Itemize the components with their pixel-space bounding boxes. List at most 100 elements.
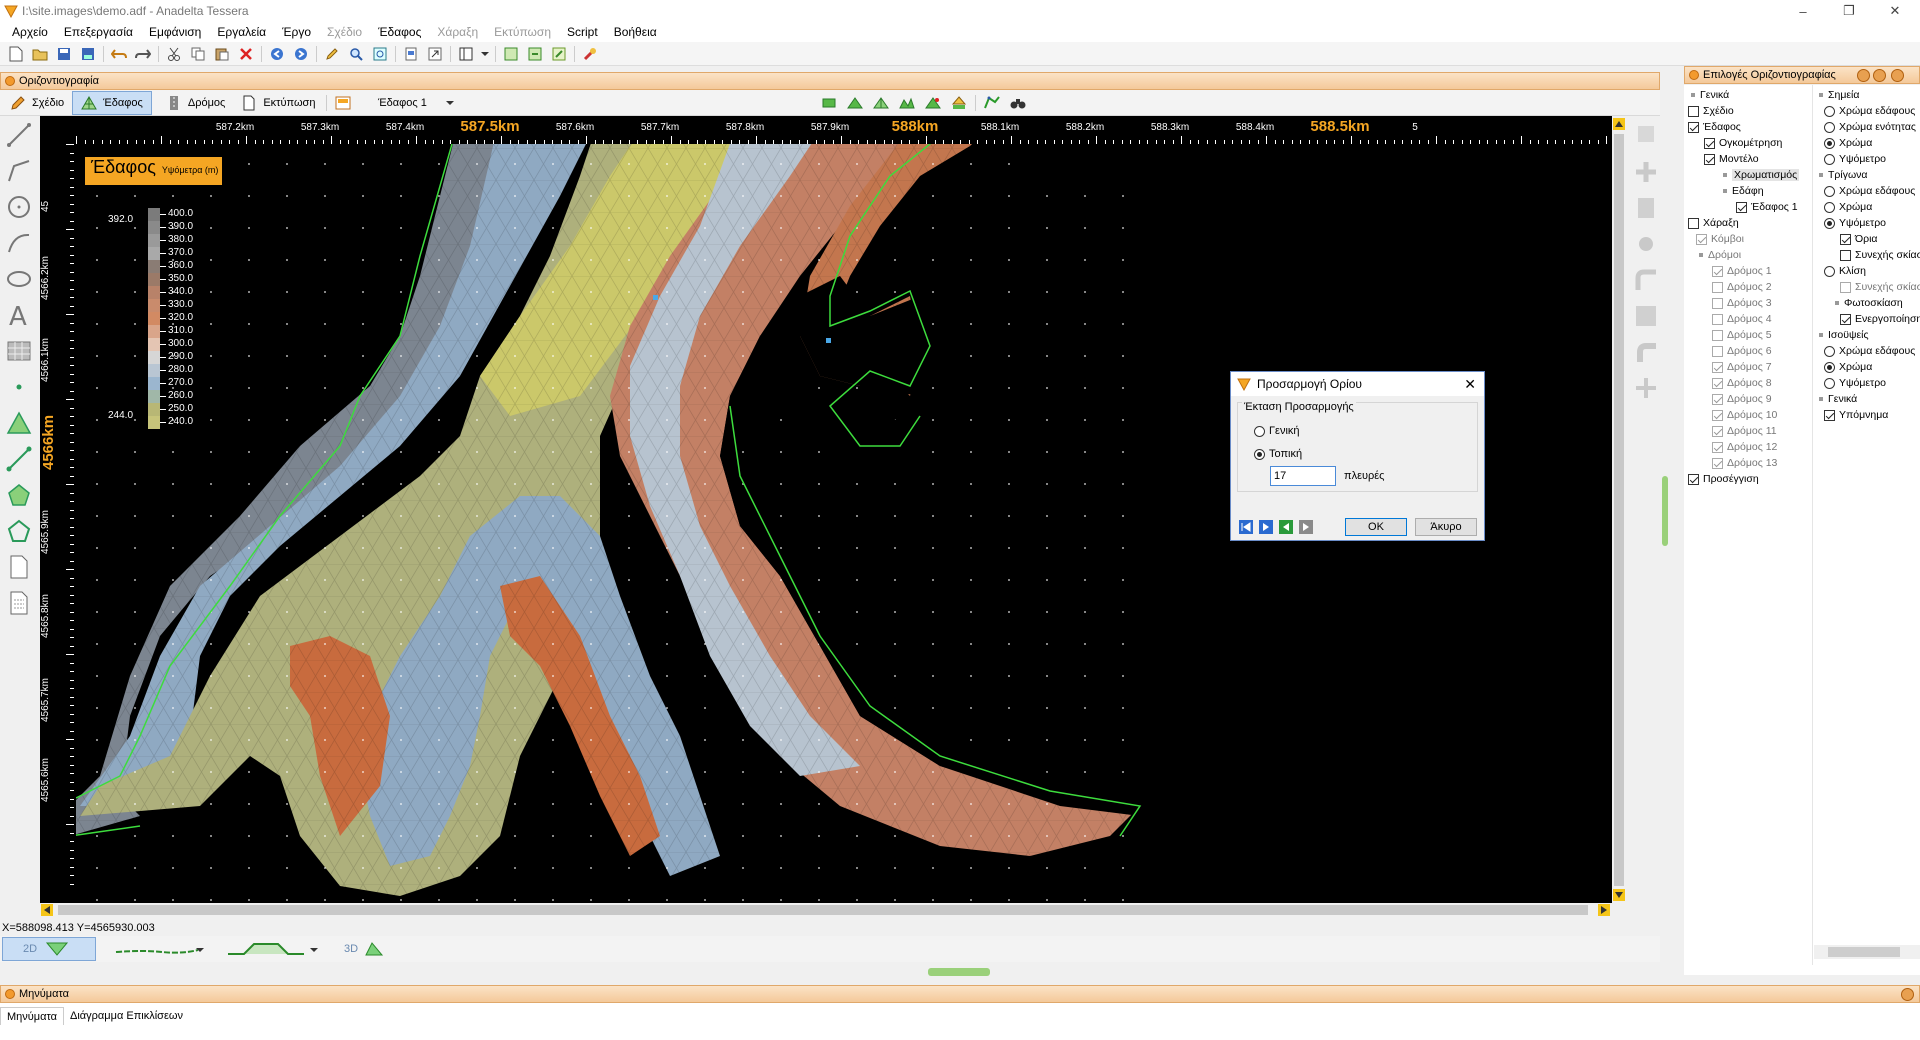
layer-item[interactable]: Έδαφος [1688,119,1741,135]
layer-item[interactable]: Χρωματισμός [1720,167,1800,183]
prop-item[interactable]: Υψόμετρο [1824,151,1886,167]
radio[interactable] [1824,105,1835,117]
layer-item[interactable]: Ογκομέτρηση [1704,135,1782,151]
layer-item[interactable]: Δρόμος 2 [1712,279,1772,295]
radio[interactable] [1824,217,1835,229]
checkbox[interactable] [1712,345,1723,357]
checkbox[interactable] [1840,249,1851,261]
layer-item[interactable]: Δρόμος 3 [1712,295,1772,311]
prop-item[interactable]: Γενικά [1816,391,1857,407]
save-as-icon[interactable] [78,44,98,64]
open-folder-icon[interactable] [30,44,50,64]
checkbox[interactable] [1736,201,1747,213]
profile-dropdown-icon[interactable] [196,944,204,956]
layer-item[interactable]: Χάραξη [1688,215,1739,231]
menu-4[interactable]: Έργο [274,25,319,39]
terrain-new-icon[interactable] [820,94,838,112]
mode-terrain[interactable]: Έδαφος [72,90,152,115]
ok-button[interactable]: OK [1345,518,1407,536]
prop-item[interactable]: Σημεία [1816,87,1859,103]
layout-dropdown-icon[interactable] [480,44,490,64]
radio[interactable] [1824,345,1835,357]
section-dropdown-icon[interactable] [310,944,318,956]
prev-green-icon[interactable] [1279,520,1295,536]
tool-block-icon[interactable] [1634,304,1658,328]
checkbox[interactable] [1712,265,1723,277]
page-icon[interactable] [401,44,421,64]
checkbox[interactable] [1712,457,1723,469]
pencil-icon[interactable] [322,44,342,64]
radio[interactable] [1824,377,1835,389]
checkbox[interactable] [1712,409,1723,421]
polyline-tool-icon[interactable] [4,156,34,186]
checkbox[interactable] [1688,217,1699,229]
document-tool-icon[interactable] [4,552,34,582]
layer-item[interactable]: Εδάφη [1720,183,1764,199]
close-panel-icon[interactable] [1891,69,1904,82]
checkbox[interactable] [1712,281,1723,293]
text-tool-icon[interactable]: A [4,300,34,330]
line-tool-icon[interactable] [4,120,34,150]
prop-item[interactable]: Συνεχής σκίαση [1840,247,1920,263]
checkbox[interactable] [1840,233,1851,245]
prop-item[interactable]: Ισοϋψείς [1816,327,1869,343]
layer-item[interactable]: Δρόμος 5 [1712,327,1772,343]
sheet-tool-icon[interactable] [4,588,34,618]
terrain-select[interactable]: Έδαφος 1 [372,93,458,113]
menu-3[interactable]: Εργαλεία [209,25,274,39]
back-icon[interactable] [267,44,287,64]
prop-item[interactable]: Χρώμα εδάφους [1824,183,1915,199]
layer-item[interactable]: Δρόμος 9 [1712,391,1772,407]
radio[interactable] [1824,137,1835,149]
scroll-left-icon[interactable] [41,904,53,916]
redo-icon[interactable] [133,44,153,64]
layer-item[interactable]: Δρόμοι [1696,247,1741,263]
prop-item[interactable]: Χρώμα [1824,199,1872,215]
bottom-splitter-handle[interactable] [928,968,990,976]
copy-icon[interactable] [188,44,208,64]
layer-item[interactable]: Δρόμος 13 [1712,455,1777,471]
prop-item[interactable]: Κλίση [1824,263,1866,279]
menu-1[interactable]: Επεξεργασία [56,25,141,39]
mode-print[interactable]: Εκτύπωση [233,91,323,115]
prop-item[interactable]: Χρώμα [1824,135,1872,151]
undo-icon[interactable] [109,44,129,64]
prop-item[interactable]: Υψόμετρο [1824,215,1886,231]
circle-tool-icon[interactable] [4,192,34,222]
terrain-import-icon[interactable] [549,44,569,64]
menu-2[interactable]: Εμφάνιση [141,25,209,39]
minimize-button[interactable]: – [1780,0,1826,22]
maximize-button[interactable]: ❐ [1826,0,1872,22]
new-file-icon[interactable] [6,44,26,64]
terrain-triangulate-icon[interactable] [872,94,890,112]
terrain-mesh-icon[interactable] [898,94,916,112]
terrain-table-icon[interactable] [501,44,521,64]
close-window-button[interactable]: ✕ [1872,0,1918,22]
terrain-export-icon[interactable] [525,44,545,64]
checkbox[interactable] [1688,473,1699,485]
export-icon[interactable] [425,44,445,64]
collapse-panel-icon[interactable] [1857,69,1870,82]
prop-item[interactable]: Φωτοσκίαση [1832,295,1903,311]
tab-slope-diagram[interactable]: Διάγραμμα Επικλίσεων [64,1007,189,1025]
checkbox[interactable] [1712,425,1723,437]
arc-tool-icon[interactable] [4,228,34,258]
radio[interactable] [1824,121,1835,133]
menu-10[interactable]: Βοήθεια [606,25,665,39]
zoom-extents-icon[interactable] [370,44,390,64]
hatch-tool-icon[interactable] [4,336,34,366]
zoom-icon[interactable] [346,44,366,64]
scroll-right-icon[interactable] [1598,904,1610,916]
cancel-button[interactable]: Άκυρο [1415,518,1477,536]
polygon-tool-icon[interactable] [4,480,34,510]
checkbox[interactable] [1704,137,1715,149]
prop-item[interactable]: Χρώμα εδάφους [1824,103,1915,119]
cut-icon[interactable] [164,44,184,64]
tool-node-icon[interactable] [1634,232,1658,256]
scroll-down-icon[interactable] [1613,889,1625,901]
layer-item[interactable]: Γενικά [1688,87,1729,103]
section-view-button[interactable] [224,940,308,958]
radio[interactable] [1824,201,1835,213]
checkbox[interactable] [1840,313,1851,325]
view-2d-button[interactable]: 2D [2,937,96,961]
